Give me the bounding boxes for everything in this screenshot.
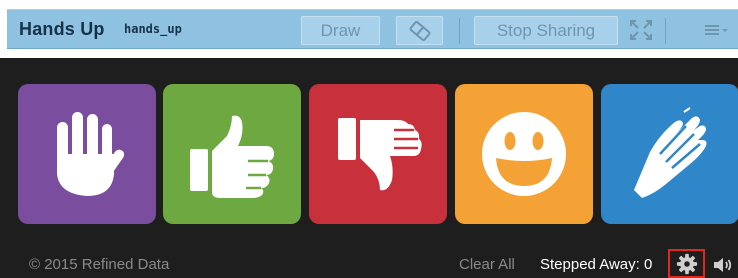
stop-sharing-button[interactable]: Stop Sharing bbox=[474, 16, 618, 45]
clapping-tile[interactable] bbox=[601, 84, 738, 224]
copyright-text: © 2015 Refined Data bbox=[29, 256, 170, 273]
fullscreen-icon[interactable] bbox=[628, 18, 654, 42]
smiley-face-icon bbox=[482, 112, 566, 196]
header-divider bbox=[459, 18, 460, 44]
gear-icon bbox=[676, 253, 697, 274]
header-bar: Hands Up hands_up Draw Stop Sharing bbox=[7, 9, 738, 49]
hands-up-app: Hands Up hands_up Draw Stop Sharing © 20… bbox=[0, 0, 738, 278]
header: Hands Up hands_up Draw Stop Sharing bbox=[0, 0, 738, 58]
clapping-hands-icon bbox=[634, 107, 707, 198]
header-divider-2 bbox=[665, 18, 666, 44]
settings-button[interactable] bbox=[668, 249, 705, 278]
thumbs-down-icon bbox=[338, 118, 422, 191]
stepped-away-count: Stepped Away: 0 bbox=[540, 256, 653, 273]
app-title: Hands Up bbox=[19, 19, 105, 39]
raised-hand-icon bbox=[57, 112, 125, 196]
hamburger-menu-icon[interactable] bbox=[703, 19, 729, 41]
speaker-icon[interactable] bbox=[712, 255, 734, 275]
thumbs-up-icon bbox=[190, 115, 274, 198]
thumbs-down-tile[interactable] bbox=[309, 84, 447, 224]
clear-all-button[interactable]: Clear All bbox=[459, 256, 515, 273]
thumbs-up-tile[interactable] bbox=[163, 84, 301, 224]
eraser-icon bbox=[409, 20, 430, 41]
raise-hand-tile[interactable] bbox=[18, 84, 156, 224]
draw-button[interactable]: Draw bbox=[301, 16, 380, 45]
session-name: hands_up bbox=[124, 22, 182, 36]
eraser-button[interactable] bbox=[396, 16, 443, 45]
smiley-tile[interactable] bbox=[455, 84, 593, 224]
